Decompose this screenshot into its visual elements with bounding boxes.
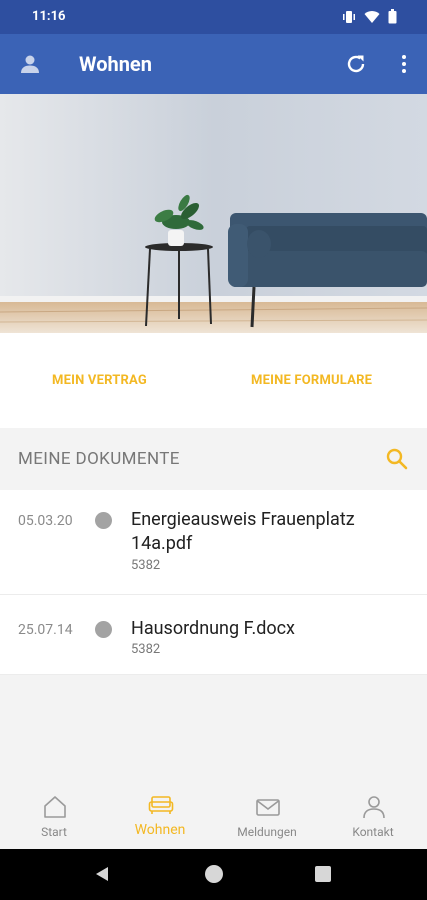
document-id: 5382 [131, 558, 161, 573]
documents-title: MEINE DOKUMENTE [18, 449, 180, 469]
nav-item-meldungen[interactable]: Meldungen [214, 780, 320, 849]
status-icons [342, 9, 397, 24]
document-name: Energieausweis Frauenplatz 14a.pdf [131, 509, 355, 554]
wifi-icon [364, 10, 380, 23]
system-navigation-bar [0, 849, 427, 900]
back-icon[interactable] [93, 865, 111, 883]
nav-label-wohnen: Wohnen [134, 822, 186, 838]
nav-item-kontakt[interactable]: Kontakt [320, 780, 426, 849]
battery-icon [388, 9, 397, 24]
status-time: 11:16 [32, 9, 66, 24]
documents-list: 05.03.20 Energieausweis Frauenplatz 14a.… [0, 490, 427, 675]
profile-icon[interactable] [18, 52, 42, 76]
document-row[interactable]: 25.07.14 Hausordnung F.docx 5382 [0, 595, 427, 675]
vibrate-icon [343, 10, 355, 23]
home-icon [44, 796, 66, 818]
document-date: 05.03.20 [18, 513, 73, 529]
living-room-illustration [0, 94, 427, 333]
document-row[interactable]: 05.03.20 Energieausweis Frauenplatz 14a.… [0, 490, 427, 595]
recent-apps-icon[interactable] [315, 866, 331, 882]
mail-icon [256, 799, 280, 816]
quick-links: MEIN VERTRAG MEINE FORMULARE [0, 333, 427, 428]
nav-item-wohnen[interactable]: Wohnen [107, 780, 213, 849]
page-title: Wohnen [79, 52, 152, 76]
mein-vertrag-link[interactable]: MEIN VERTRAG [52, 373, 147, 388]
nav-item-start[interactable]: Start [1, 780, 107, 849]
document-date: 25.07.14 [18, 622, 73, 638]
bottom-navigation: Start Wohnen Meldungen Kontakt [0, 780, 427, 849]
document-name: Hausordnung F.docx [131, 618, 295, 639]
home-button-icon[interactable] [204, 864, 224, 884]
read-status-dot [95, 621, 112, 638]
hero-image [0, 94, 427, 333]
refresh-icon[interactable] [344, 52, 368, 76]
nav-label-meldungen: Meldungen [237, 825, 297, 839]
sofa-icon [148, 796, 174, 814]
read-status-dot [95, 512, 112, 529]
meine-formulare-link[interactable]: MEINE FORMULARE [251, 373, 372, 388]
nav-label-start: Start [41, 825, 67, 839]
nav-label-kontakt: Kontakt [352, 825, 394, 839]
document-id: 5382 [131, 642, 161, 657]
person-icon [363, 796, 385, 819]
app-bar: Wohnen [0, 34, 427, 94]
search-icon[interactable] [384, 446, 410, 472]
documents-header: MEINE DOKUMENTE [0, 428, 427, 490]
more-options-icon[interactable] [392, 52, 416, 76]
status-bar: 11:16 [0, 0, 427, 34]
